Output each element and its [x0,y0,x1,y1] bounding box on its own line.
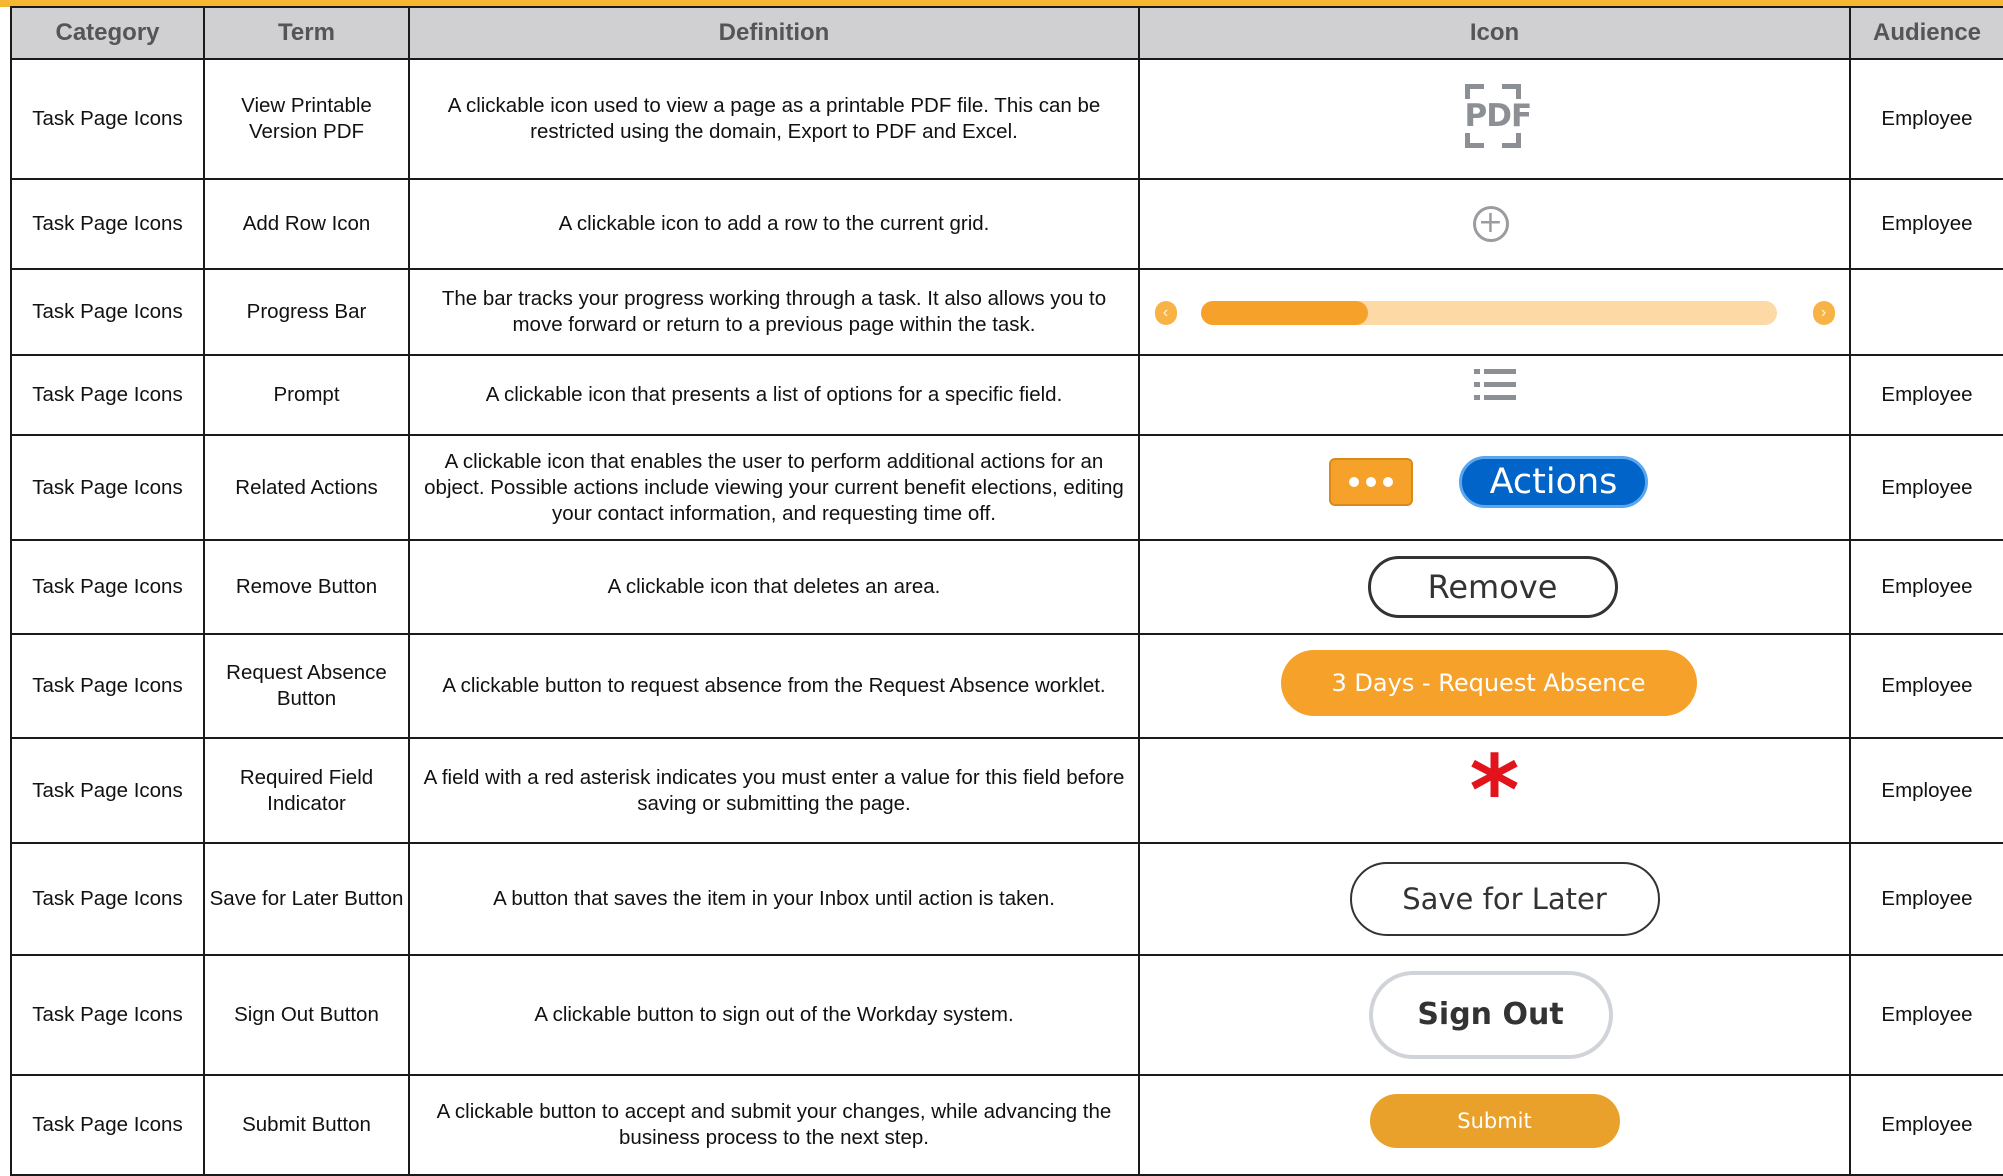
cell-definition: A clickable button to sign out of the Wo… [408,954,1140,1076]
cell-category: Task Page Icons [10,1074,205,1176]
sign-out-button[interactable]: Sign Out [1368,971,1613,1059]
cell-audience: Employee [1849,178,2003,270]
cell-icon: Save for Later [1138,842,1851,956]
table-row: Task Page Icons Save for Later Button A … [10,842,2003,956]
cell-category: Task Page Icons [10,434,205,541]
pdf-icon-label: PDF [1464,97,1533,134]
cell-audience: Employee [1849,1074,2003,1176]
cell-term: Remove Button [203,539,410,635]
cell-category: Task Page Icons [10,737,205,844]
cell-category: Task Page Icons [10,268,205,356]
cell-icon: 3 Days - Request Absence [1138,633,1851,739]
cell-category: Task Page Icons [10,58,205,180]
header-term: Term [203,6,410,60]
cell-audience: Employee [1849,539,2003,635]
header-definition: Definition [408,6,1140,60]
cell-definition: A clickable icon to add a row to the cur… [408,178,1140,270]
cell-definition: A field with a red asterisk indicates yo… [408,737,1140,844]
cell-audience: Employee [1849,737,2003,844]
cell-term: Progress Bar [203,268,410,356]
cell-icon: ‹ › [1138,268,1851,356]
progress-bar: ‹ › [1154,298,1835,326]
cell-category: Task Page Icons [10,354,205,436]
cell-definition: A clickable button to accept and submit … [408,1074,1140,1176]
progress-forward-arrow-icon[interactable]: › [1812,301,1835,325]
cell-icon: Sign Out [1138,954,1851,1076]
request-absence-button[interactable]: 3 Days - Request Absence [1280,650,1697,716]
cell-category: Task Page Icons [10,539,205,635]
cell-term: Save for Later Button [203,842,410,956]
cell-category: Task Page Icons [10,178,205,270]
cell-icon: Remove [1138,539,1851,635]
cell-definition: A button that saves the item in your Inb… [408,842,1140,956]
glossary-table: Category Term Definition Icon Audience T… [10,6,2003,1176]
plus-circle-icon[interactable]: + [1472,206,1509,242]
cell-term: Request Absence Button [203,633,410,739]
cell-icon: Actions [1138,434,1851,541]
cell-audience: Employee [1849,434,2003,541]
cell-audience [1849,268,2003,356]
cell-icon [1138,354,1851,436]
table-row: Task Page Icons Required Field Indicator… [10,734,2003,847]
cell-definition: A clickable button to request absence fr… [408,633,1140,739]
cell-term: Related Actions [203,434,410,541]
cell-audience: Employee [1849,354,2003,436]
cell-term: Sign Out Button [203,954,410,1076]
table-row: Task Page Icons Remove Button A clickabl… [10,539,2003,635]
cell-audience: Employee [1849,954,2003,1076]
actions-button[interactable]: Actions [1458,455,1649,508]
related-actions-dots-icon[interactable] [1328,457,1413,506]
cell-icon: + [1138,178,1851,270]
cell-definition: A clickable icon that presents a list of… [408,354,1140,436]
table-row: Task Page Icons Request Absence Button A… [10,633,2003,739]
asterisk-icon: * [1469,734,1520,847]
cell-category: Task Page Icons [10,842,205,956]
cell-category: Task Page Icons [10,633,205,739]
cell-definition: A clickable icon that enables the user t… [408,434,1140,541]
table-row: Task Page Icons Submit Button A clickabl… [10,1074,2003,1176]
cell-icon: Submit [1138,1074,1851,1176]
cell-definition: A clickable icon used to view a page as … [408,58,1140,180]
related-actions: Actions [1328,455,1649,508]
progress-track [1200,301,1777,325]
list-icon[interactable] [1473,368,1516,403]
cell-icon: PDF [1138,58,1851,180]
cell-definition: A clickable icon that deletes an area. [408,539,1140,635]
cell-audience: Employee [1849,842,2003,956]
cell-audience: Employee [1849,633,2003,739]
header-category: Category [10,6,205,60]
table-row: Task Page Icons Progress Bar The bar tra… [10,268,2003,356]
pdf-icon[interactable]: PDF [1464,83,1533,148]
header-audience: Audience [1849,6,2003,60]
save-for-later-button[interactable]: Save for Later [1349,862,1660,936]
progress-fill [1200,301,1368,325]
cell-definition: The bar tracks your progress working thr… [408,268,1140,356]
cell-term: Required Field Indicator [203,737,410,844]
progress-back-arrow-icon[interactable]: ‹ [1154,301,1177,325]
cell-icon: * [1138,734,1851,847]
table-row: Task Page Icons Prompt A clickable icon … [10,354,2003,436]
table-row: Task Page Icons Related Actions A clicka… [10,434,2003,541]
cell-audience: Employee [1849,58,2003,180]
cell-category: Task Page Icons [10,954,205,1076]
cell-term: Add Row Icon [203,178,410,270]
table-row: Task Page Icons View Printable Version P… [10,58,2003,180]
cell-term: Prompt [203,354,410,436]
table-row: Task Page Icons Add Row Icon A clickable… [10,178,2003,270]
remove-button[interactable]: Remove [1367,556,1618,618]
header-icon: Icon [1138,6,1851,60]
table-row: Task Page Icons Sign Out Button A clicka… [10,954,2003,1076]
header-row: Category Term Definition Icon Audience [10,6,2003,60]
submit-button[interactable]: Submit [1369,1094,1620,1148]
cell-term: View Printable Version PDF [203,58,410,180]
cell-term: Submit Button [203,1074,410,1176]
